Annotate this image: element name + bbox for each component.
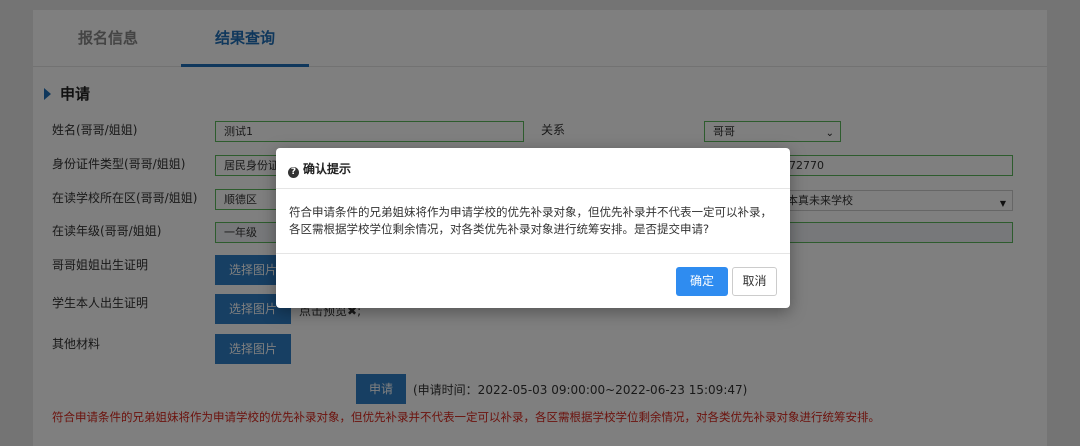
dialog-header: ? 确认提示 bbox=[276, 148, 790, 189]
cancel-button[interactable]: 取消 bbox=[732, 267, 777, 296]
dialog-title-text: 确认提示 bbox=[303, 162, 352, 176]
question-circle-icon: ? bbox=[288, 167, 299, 178]
dialog-message: 符合申请条件的兄弟姐妹将作为申请学校的优先补录对象，但优先补录并不代表一定可以补… bbox=[289, 205, 772, 236]
dialog-title: ? 确认提示 bbox=[288, 160, 351, 178]
dialog-footer: 确定 取消 bbox=[276, 253, 790, 308]
confirm-button[interactable]: 确定 bbox=[676, 267, 728, 296]
confirm-dialog: ? 确认提示 符合申请条件的兄弟姐妹将作为申请学校的优先补录对象，但优先补录并不代… bbox=[276, 148, 790, 308]
